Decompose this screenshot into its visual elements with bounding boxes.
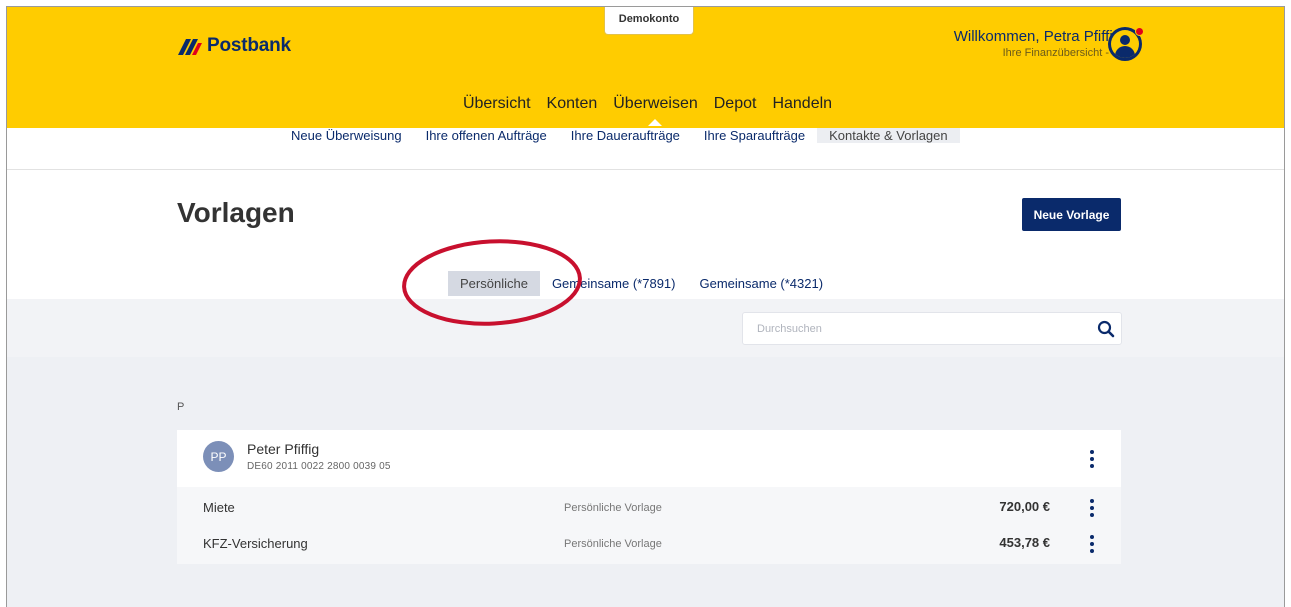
subnav-sparauftraege[interactable]: Ihre Sparaufträge bbox=[692, 128, 817, 143]
postbank-logo-icon bbox=[178, 39, 202, 55]
sub-navigation: Neue Überweisung Ihre offenen Aufträge I… bbox=[7, 128, 1284, 170]
search-input[interactable] bbox=[743, 313, 1091, 344]
search-band bbox=[7, 299, 1284, 357]
finance-overview-link[interactable]: Ihre Finanzübersicht - bbox=[954, 47, 1121, 59]
top-header: Demokonto Postbank Willkommen, Petra Pfi… bbox=[7, 7, 1284, 128]
template-tabs: Persönliche Gemeinsame (*7891) Gemeinsam… bbox=[448, 271, 835, 296]
contact-name: Peter Pfiffig bbox=[247, 441, 320, 457]
subnav-offene-auftraege[interactable]: Ihre offenen Aufträge bbox=[414, 128, 559, 143]
contact-more-icon[interactable] bbox=[1083, 449, 1101, 469]
page-title: Vorlagen bbox=[177, 197, 295, 228]
demo-account-badge: Demokonto bbox=[604, 7, 694, 35]
tab-gemeinsame-7891[interactable]: Gemeinsame (*7891) bbox=[540, 271, 688, 296]
template-type: Persönliche Vorlage bbox=[564, 502, 662, 514]
app-window: Demokonto Postbank Willkommen, Petra Pfi… bbox=[6, 6, 1285, 607]
search-icon[interactable] bbox=[1091, 314, 1121, 344]
contact-iban: DE60 2011 0022 2800 0039 05 bbox=[247, 461, 391, 472]
mainnav-handeln[interactable]: Handeln bbox=[764, 95, 840, 113]
group-letter: P bbox=[177, 401, 185, 413]
mainnav-konten[interactable]: Konten bbox=[539, 95, 606, 113]
contact-card: PP Peter Pfiffig DE60 2011 0022 2800 003… bbox=[177, 430, 1121, 564]
subnav-dauerauftraege[interactable]: Ihre Daueraufträge bbox=[559, 128, 692, 143]
template-type: Persönliche Vorlage bbox=[564, 538, 662, 550]
tab-persoenliche[interactable]: Persönliche bbox=[448, 271, 540, 296]
subnav-neue-ueberweisung[interactable]: Neue Überweisung bbox=[279, 128, 414, 143]
new-template-button[interactable]: Neue Vorlage bbox=[1022, 198, 1121, 231]
contact-row[interactable]: PP Peter Pfiffig DE60 2011 0022 2800 003… bbox=[177, 430, 1121, 487]
subnav-kontakte-vorlagen[interactable]: Kontakte & Vorlagen bbox=[817, 128, 960, 143]
template-name: KFZ-Versicherung bbox=[203, 536, 308, 551]
main-navigation: Übersicht Konten Überweisen Depot Handel… bbox=[7, 95, 1284, 126]
welcome-block: Willkommen, Petra Pfiffig Ihre Finanzübe… bbox=[954, 28, 1121, 59]
search-box bbox=[742, 312, 1122, 345]
template-list: P PP Peter Pfiffig DE60 2011 0022 2800 0… bbox=[7, 357, 1284, 607]
mainnav-depot[interactable]: Depot bbox=[706, 95, 765, 113]
contact-avatar: PP bbox=[203, 441, 234, 472]
user-avatar[interactable] bbox=[1108, 27, 1144, 61]
template-amount: 720,00 € bbox=[999, 499, 1050, 514]
notification-dot-icon bbox=[1135, 27, 1144, 36]
welcome-title: Willkommen, Petra Pfiffig bbox=[953, 28, 1121, 45]
mainnav-ueberweisen[interactable]: Überweisen bbox=[605, 95, 705, 126]
template-rows: Miete Persönliche Vorlage 720,00 € KFZ-V… bbox=[177, 487, 1121, 564]
template-name: Miete bbox=[203, 500, 235, 515]
template-more-icon[interactable] bbox=[1083, 534, 1101, 554]
list-item[interactable]: Miete Persönliche Vorlage 720,00 € bbox=[177, 495, 1121, 521]
tab-gemeinsame-4321[interactable]: Gemeinsame (*4321) bbox=[688, 271, 836, 296]
template-more-icon[interactable] bbox=[1083, 498, 1101, 518]
list-item[interactable]: KFZ-Versicherung Persönliche Vorlage 453… bbox=[177, 531, 1121, 557]
brand-name: Postbank bbox=[207, 35, 291, 56]
template-amount: 453,78 € bbox=[999, 535, 1050, 550]
finance-overview-label: Ihre Finanzübersicht - bbox=[1002, 47, 1109, 59]
postbank-logo[interactable]: Postbank bbox=[174, 35, 291, 57]
mainnav-uebersicht[interactable]: Übersicht bbox=[455, 95, 539, 113]
